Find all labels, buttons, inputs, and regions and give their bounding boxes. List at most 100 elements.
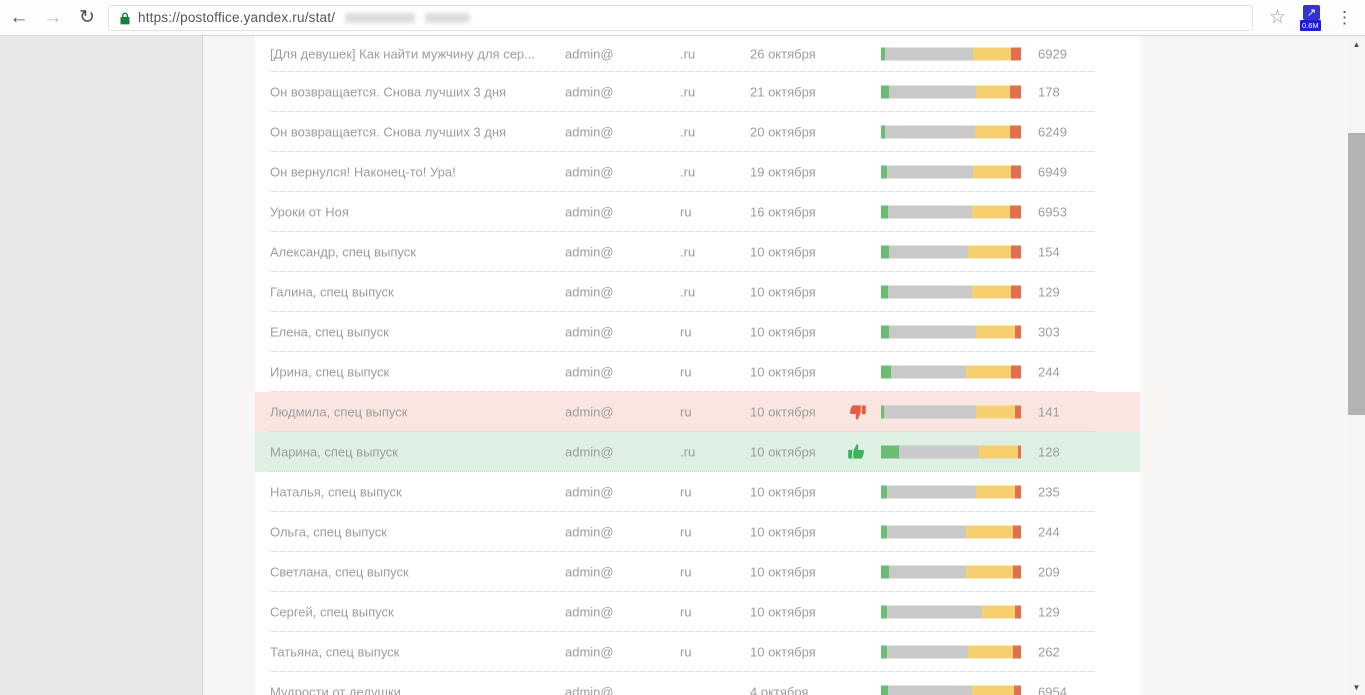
table-row[interactable]: Ольга, спец выпуск admin@ ru 10 октября … xyxy=(255,512,1140,552)
table-row[interactable]: [Для девушек] Как найти мужчину для сер.… xyxy=(255,36,1140,72)
campaign-title: Сергей, спец выпуск xyxy=(270,605,394,620)
send-date: 21 октября xyxy=(750,85,816,100)
extension-icon: ↗ xyxy=(1303,5,1320,20)
open-count: 6954 xyxy=(1038,685,1067,695)
scroll-up-arrow[interactable]: ▲ xyxy=(1348,36,1365,52)
bar-seg-yellow xyxy=(982,606,1016,619)
delivery-bar xyxy=(881,406,1021,419)
delivery-bar xyxy=(881,166,1021,179)
bar-seg-yellow xyxy=(972,206,1010,219)
table-row[interactable]: Он возвращается. Снова лучших 3 дня admi… xyxy=(255,72,1140,112)
sender-email-domain: ru xyxy=(680,605,692,620)
bar-seg-red xyxy=(1015,406,1021,419)
sender-email-user: admin@ xyxy=(565,485,614,500)
delivery-bar xyxy=(881,686,1021,695)
send-date: 10 октября xyxy=(750,445,816,460)
bar-seg-gray xyxy=(888,686,972,695)
sender-email-domain: .ru xyxy=(680,285,695,300)
sender-email-domain: ru xyxy=(680,485,692,500)
menu-three-dots-icon[interactable]: ⋮ xyxy=(1330,8,1365,28)
send-date: 10 октября xyxy=(750,405,816,420)
table-row[interactable]: Мудрости от дедушки admin@ 4 октября 695… xyxy=(255,672,1140,695)
open-count: 209 xyxy=(1038,565,1060,580)
table-row[interactable]: Уроки от Ноя admin@ ru 16 октября 6953 xyxy=(255,192,1140,232)
campaign-title: Александр, спец выпуск xyxy=(270,245,416,260)
bar-seg-green xyxy=(881,86,889,99)
table-row[interactable]: Сергей, спец выпуск admin@ ru 10 октября… xyxy=(255,592,1140,632)
send-date: 10 октября xyxy=(750,485,816,500)
bar-seg-red xyxy=(1010,206,1021,219)
bar-seg-yellow xyxy=(968,246,1011,259)
send-date: 10 октября xyxy=(750,645,816,660)
open-count: 244 xyxy=(1038,365,1060,380)
forward-button[interactable]: → xyxy=(38,3,68,33)
scrollbar[interactable]: ▲ ▼ xyxy=(1348,36,1365,695)
censored-url-fragment xyxy=(345,13,415,23)
delivery-bar xyxy=(881,486,1021,499)
reload-button[interactable]: ↻ xyxy=(72,3,102,33)
sender-email-user: admin@ xyxy=(565,125,614,140)
campaign-title: Елена, спец выпуск xyxy=(270,325,389,340)
extension-button[interactable]: ↗ 0.6M xyxy=(1300,3,1324,33)
address-bar[interactable]: https://postoffice.yandex.ru/stat/ xyxy=(108,5,1253,31)
bar-seg-red xyxy=(1011,48,1021,61)
bar-seg-red xyxy=(1015,326,1021,339)
table-row[interactable]: Елена, спец выпуск admin@ ru 10 октября … xyxy=(255,312,1140,352)
send-date: 10 октября xyxy=(750,565,816,580)
table-row[interactable]: Татьяна, спец выпуск admin@ ru 10 октябр… xyxy=(255,632,1140,672)
sender-email-domain: ru xyxy=(680,365,692,380)
delivery-bar xyxy=(881,566,1021,579)
campaign-title: Людмила, спец выпуск xyxy=(270,405,407,420)
send-date: 10 октября xyxy=(750,365,816,380)
back-button[interactable]: ← xyxy=(4,3,34,33)
bar-seg-green xyxy=(881,246,889,259)
campaign-title: Уроки от Ноя xyxy=(270,205,349,220)
bar-seg-yellow xyxy=(973,48,1011,61)
sender-email-domain: .ru xyxy=(680,245,695,260)
bar-seg-gray xyxy=(887,526,967,539)
open-count: 6249 xyxy=(1038,125,1067,140)
bar-seg-red xyxy=(1011,366,1021,379)
bar-seg-red xyxy=(1011,166,1021,179)
bar-seg-gray xyxy=(887,646,968,659)
sender-email-domain: .ru xyxy=(680,445,695,460)
campaign-title: Он вернулся! Наконец-то! Ура! xyxy=(270,165,456,180)
open-count: 129 xyxy=(1038,605,1060,620)
bar-seg-gray xyxy=(891,366,967,379)
bar-seg-yellow xyxy=(976,326,1015,339)
bookmark-star-icon[interactable]: ☆ xyxy=(1261,6,1294,29)
delivery-bar xyxy=(881,48,1021,61)
open-count: 141 xyxy=(1038,405,1060,420)
sender-email-domain: ru xyxy=(680,205,692,220)
table-row[interactable]: Галина, спец выпуск admin@ .ru 10 октябр… xyxy=(255,272,1140,312)
delivery-bar xyxy=(881,286,1021,299)
table-row[interactable]: Наталья, спец выпуск admin@ ru 10 октябр… xyxy=(255,472,1140,512)
delivery-bar xyxy=(881,246,1021,259)
bar-seg-red xyxy=(1015,606,1021,619)
bar-seg-red xyxy=(1015,486,1021,499)
bar-seg-gray xyxy=(885,48,973,61)
scroll-down-arrow[interactable]: ▼ xyxy=(1348,679,1365,695)
table-row[interactable]: Людмила, спец выпуск admin@ ru 10 октябр… xyxy=(255,392,1140,432)
send-date: 10 октября xyxy=(750,285,816,300)
table-row[interactable]: Александр, спец выпуск admin@ .ru 10 окт… xyxy=(255,232,1140,272)
browser-toolbar: ← → ↻ https://postoffice.yandex.ru/stat/… xyxy=(0,0,1365,36)
bar-seg-gray xyxy=(888,206,972,219)
scrollbar-thumb[interactable] xyxy=(1348,133,1365,415)
table-row[interactable]: Ирина, спец выпуск admin@ ru 10 октября … xyxy=(255,352,1140,392)
table-row[interactable]: Он вернулся! Наконец-то! Ура! admin@ .ru… xyxy=(255,152,1140,192)
bar-seg-red xyxy=(1013,526,1021,539)
bar-seg-yellow xyxy=(979,446,1018,459)
bar-seg-green xyxy=(881,366,891,379)
delivery-bar xyxy=(881,606,1021,619)
campaign-title: Ирина, спец выпуск xyxy=(270,365,389,380)
table-row[interactable]: Светлана, спец выпуск admin@ ru 10 октяб… xyxy=(255,552,1140,592)
table-row[interactable]: Он возвращается. Снова лучших 3 дня admi… xyxy=(255,112,1140,152)
table-row[interactable]: Марина, спец выпуск admin@ .ru 10 октябр… xyxy=(255,432,1140,472)
campaign-title: Наталья, спец выпуск xyxy=(270,485,402,500)
sender-email-user: admin@ xyxy=(565,565,614,580)
send-date: 19 октября xyxy=(750,165,816,180)
open-count: 303 xyxy=(1038,325,1060,340)
bar-seg-red xyxy=(1013,646,1021,659)
https-lock-icon xyxy=(119,11,131,25)
